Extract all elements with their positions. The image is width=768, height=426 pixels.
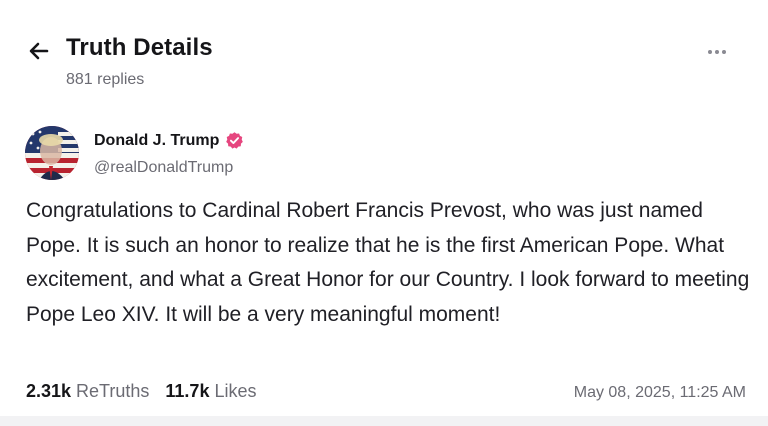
more-options-button[interactable] <box>700 40 734 64</box>
likes-label: Likes <box>214 381 257 401</box>
truth-details-card: Truth Details 881 replies Donald J. Trum… <box>0 0 768 416</box>
replies-count[interactable]: 881 replies <box>66 71 144 89</box>
likes-count: 11.7k <box>165 381 210 401</box>
verified-badge-icon <box>226 132 244 149</box>
post-timestamp: May 08, 2025, 11:25 AM <box>573 384 746 401</box>
likes-stat[interactable]: 11.7k Likes <box>165 381 256 402</box>
back-button[interactable] <box>26 38 52 64</box>
retruths-label: ReTruths <box>76 381 150 401</box>
retruths-count: 2.31k <box>26 381 72 401</box>
page-title: Truth Details <box>66 34 213 61</box>
post-text: Congratulations to Cardinal Robert Franc… <box>26 199 750 326</box>
avatar-image <box>25 126 79 180</box>
post-stats: 2.31k ReTruths 11.7k Likes <box>26 381 273 402</box>
author-name[interactable]: Donald J. Trump <box>94 132 219 150</box>
retruths-stat[interactable]: 2.31k ReTruths <box>26 381 149 402</box>
avatar[interactable] <box>25 126 79 180</box>
more-horizontal-icon <box>715 50 719 54</box>
more-horizontal-icon <box>722 50 726 54</box>
author-handle[interactable]: @realDonaldTrump <box>94 159 233 177</box>
more-horizontal-icon <box>708 50 712 54</box>
arrow-left-icon <box>29 42 49 60</box>
